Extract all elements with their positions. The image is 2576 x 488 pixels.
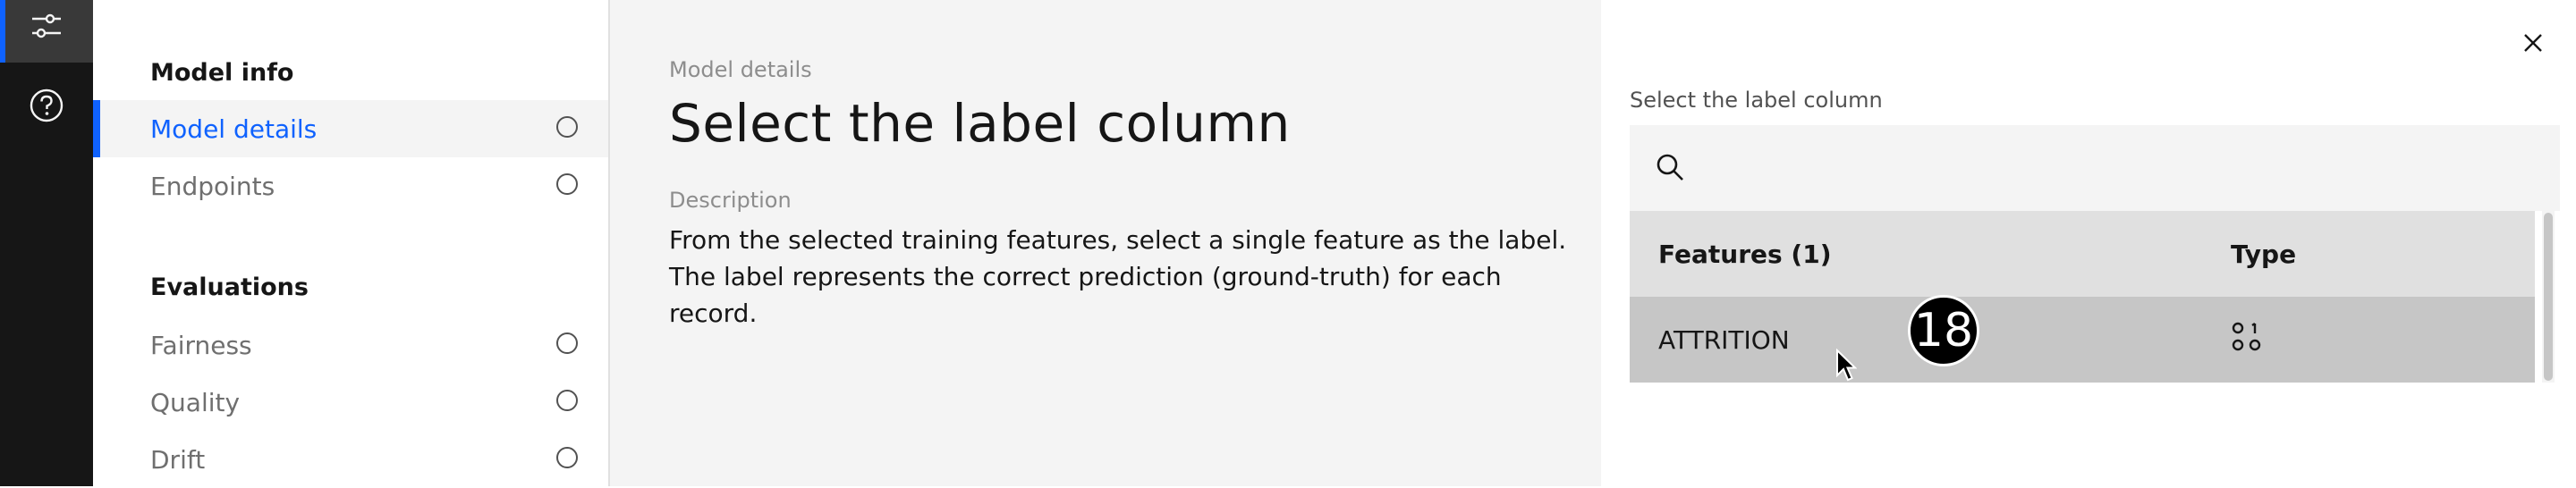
mouse-pointer-icon bbox=[1835, 348, 1858, 386]
section-title-evaluations: Evaluations bbox=[150, 273, 309, 301]
page-title: Select the label column bbox=[669, 93, 1291, 154]
main-panel: Model details Select the label column De… bbox=[610, 0, 1601, 486]
description-label: Description bbox=[669, 188, 792, 213]
step-label: Drift bbox=[150, 444, 206, 475]
radio-indicator bbox=[556, 332, 578, 354]
close-button[interactable] bbox=[2515, 27, 2551, 63]
breadcrumb: Model details bbox=[669, 57, 812, 82]
help-icon bbox=[29, 88, 64, 127]
step-number-badge: 18 bbox=[1908, 295, 1979, 366]
radio-indicator bbox=[556, 116, 578, 138]
step-label: Model details bbox=[150, 114, 318, 144]
search-box bbox=[1630, 125, 2560, 213]
section-title-model-info: Model info bbox=[150, 59, 294, 87]
step-label: Quality bbox=[150, 387, 241, 417]
table-row[interactable]: ATTRITION bbox=[1630, 297, 2535, 383]
radio-indicator bbox=[556, 447, 578, 468]
search-input[interactable] bbox=[1701, 125, 2546, 213]
categorical-type-icon bbox=[2231, 321, 2263, 359]
step-label: Endpoints bbox=[150, 171, 275, 201]
step-drift[interactable]: Drift bbox=[93, 431, 608, 488]
feature-name-cell: ATTRITION bbox=[1658, 324, 1790, 355]
table-scrollbar[interactable] bbox=[2542, 211, 2555, 383]
side-panel: Select the label column Features (1) Typ… bbox=[1601, 0, 2576, 486]
rail-item-configure[interactable] bbox=[0, 0, 93, 63]
step-navigator: Model info Model details Endpoints Evalu… bbox=[93, 0, 610, 486]
type-cell bbox=[2231, 297, 2263, 383]
label-column-field-label: Select the label column bbox=[1630, 88, 1883, 113]
step-endpoints[interactable]: Endpoints bbox=[93, 157, 608, 215]
search-icon bbox=[1655, 152, 1685, 186]
table-header: Features (1) Type bbox=[1630, 211, 2535, 297]
features-table: Features (1) Type ATTRITION bbox=[1630, 211, 2535, 383]
step-quality[interactable]: Quality bbox=[93, 374, 608, 431]
step-model-details[interactable]: Model details bbox=[93, 100, 608, 157]
close-icon bbox=[2523, 33, 2543, 56]
step-fairness[interactable]: Fairness bbox=[93, 316, 608, 374]
radio-indicator bbox=[556, 173, 578, 195]
step-label: Fairness bbox=[150, 330, 252, 360]
column-header-type[interactable]: Type bbox=[2231, 211, 2296, 297]
column-header-features[interactable]: Features (1) bbox=[1658, 211, 1831, 297]
radio-indicator bbox=[556, 390, 578, 411]
description-text: From the selected training features, sel… bbox=[669, 225, 1567, 328]
scrollbar-thumb[interactable] bbox=[2544, 213, 2553, 381]
left-rail bbox=[0, 0, 93, 486]
rail-item-help[interactable] bbox=[0, 86, 93, 129]
sliders-icon bbox=[29, 12, 64, 51]
